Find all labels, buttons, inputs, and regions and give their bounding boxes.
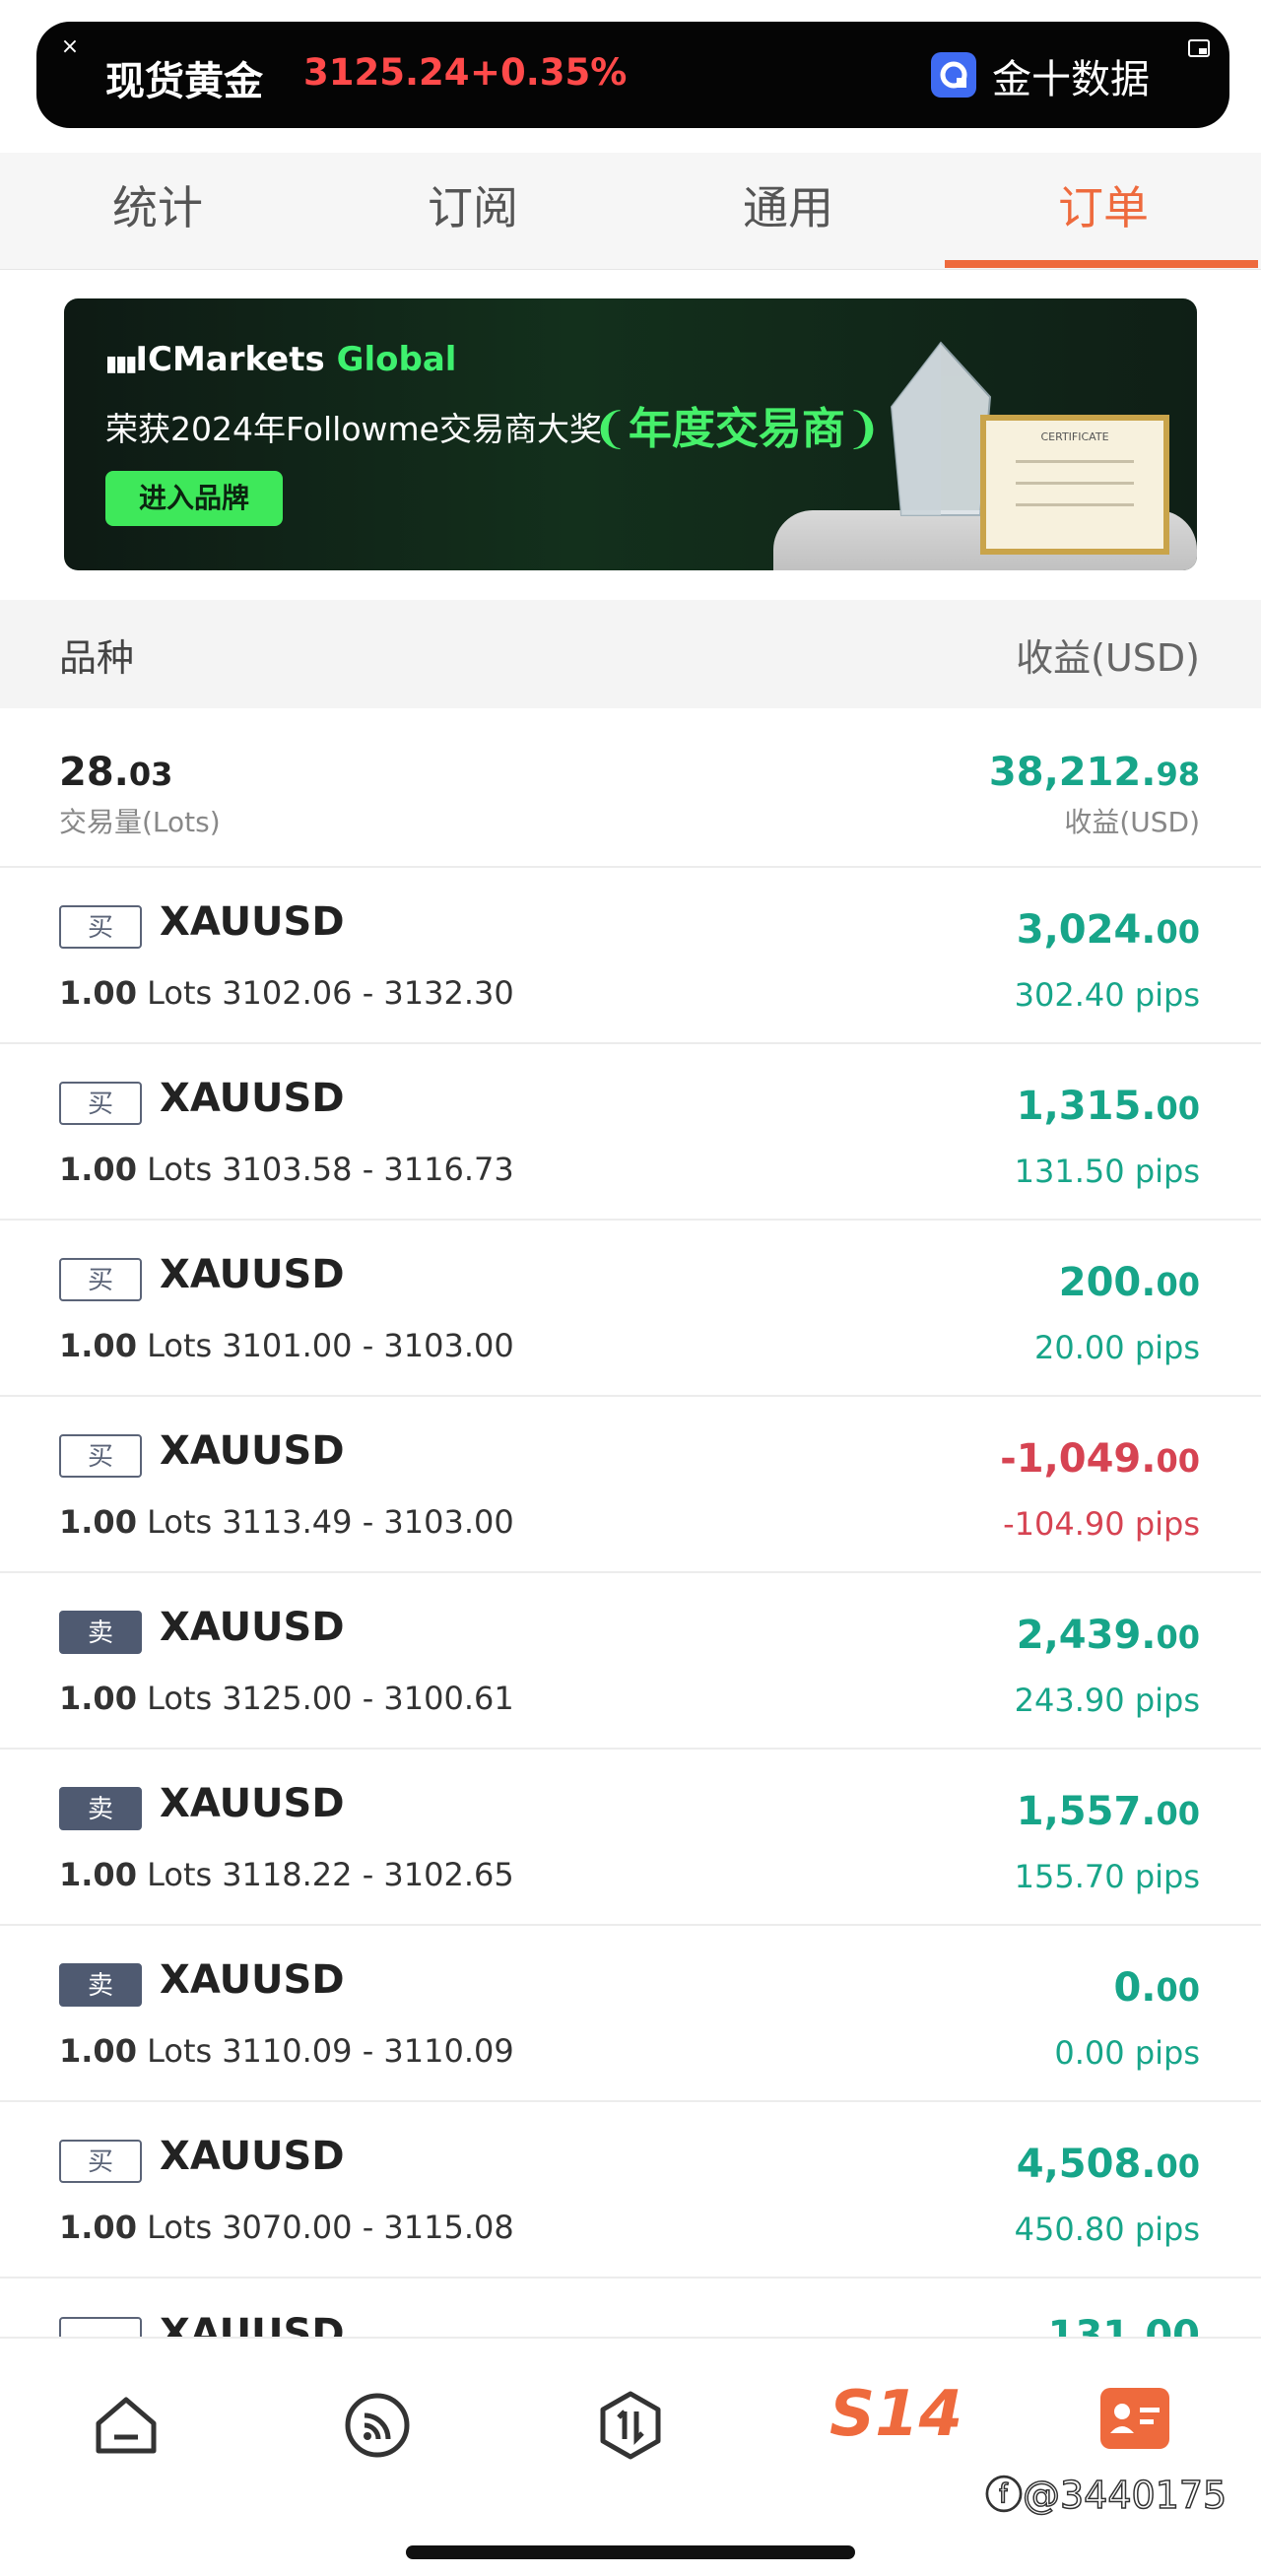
order-row[interactable]: 买 XAUUSD 1.00 Lots 3103.58 - 3116.73 1,31… xyxy=(0,1044,1261,1221)
order-pips: 243.90 pips xyxy=(1014,1682,1200,1719)
order-pips: 155.70 pips xyxy=(1014,1858,1200,1895)
s14-logo[interactable]: S14 xyxy=(830,2378,962,2451)
home-icon[interactable] xyxy=(87,2386,166,2465)
total-profit: 38,212.98 xyxy=(988,750,1200,795)
order-row[interactable]: 买 XAUUSD 1.00 Lots 3101.00 - 3103.00 200.… xyxy=(0,1221,1261,1397)
tab-subscribe[interactable]: 订阅 xyxy=(315,153,630,269)
side-badge: 买 xyxy=(59,905,142,949)
award-highlight: ❨年度交易商❩ xyxy=(592,404,882,454)
total-lots: 28.03 xyxy=(59,750,173,795)
order-profit: 0.00 xyxy=(1113,1965,1200,2011)
profit-column-label: 收益(USD) xyxy=(1016,636,1200,680)
side-badge: 卖 xyxy=(59,1963,142,2007)
order-symbol: XAUUSD xyxy=(160,1605,345,1650)
watermark-text: ⓕ@3440175 xyxy=(984,2473,1228,2518)
order-profit: 4,508.00 xyxy=(1016,2142,1200,2187)
price-ticker-bar[interactable]: × 现货黄金 3125.24 +0.35% 金十数据 xyxy=(36,22,1229,128)
summary-row: 28.03 交易量(Lots) 38,212.98 收益(USD) xyxy=(0,708,1261,868)
order-details: 1.00 Lots 3070.00 - 3115.08 xyxy=(59,2209,514,2246)
order-symbol: XAUUSD xyxy=(160,1957,345,2003)
trade-icon[interactable] xyxy=(591,2386,670,2465)
picture-in-picture-icon[interactable] xyxy=(1188,39,1210,57)
order-symbol: XAUUSD xyxy=(160,1252,345,1297)
order-pips: 450.80 pips xyxy=(1014,2211,1200,2248)
order-profit: 200.00 xyxy=(1058,1260,1200,1305)
enter-brand-button[interactable]: 进入品牌 xyxy=(105,471,283,526)
order-details: 1.00 Lots 3125.00 - 3100.61 xyxy=(59,1680,514,1717)
close-icon[interactable]: × xyxy=(58,35,82,59)
side-badge: 买 xyxy=(59,1082,142,1125)
order-symbol: XAUUSD xyxy=(160,899,345,945)
profile-card-icon[interactable] xyxy=(1100,2388,1169,2449)
feed-icon[interactable] xyxy=(338,2386,417,2465)
order-pips: 302.40 pips xyxy=(1014,976,1200,1014)
ticker-name: 现货黄金 xyxy=(105,59,263,104)
top-zone: × 现货黄金 3125.24 +0.35% 金十数据 xyxy=(0,0,1261,153)
partial-order-row[interactable]: XAUUSD 131.00 xyxy=(0,2305,1261,2337)
column-header: 品种 收益(USD) xyxy=(0,600,1261,708)
ticker-price: 3125.24 xyxy=(303,51,470,94)
order-profit: 1,557.00 xyxy=(1016,1789,1200,1834)
order-profit: -1,049.00 xyxy=(1000,1436,1200,1482)
order-symbol: XAUUSD xyxy=(160,2311,345,2337)
order-row[interactable]: 卖 XAUUSD 1.00 Lots 3118.22 - 3102.65 1,55… xyxy=(0,1750,1261,1926)
order-row[interactable]: 买 XAUUSD 1.00 Lots 3113.49 - 3103.00 -1,0… xyxy=(0,1397,1261,1573)
order-pips: -104.90 pips xyxy=(1003,1505,1200,1543)
order-profit: 1,315.00 xyxy=(1016,1084,1200,1129)
tab-statistics[interactable]: 统计 xyxy=(0,153,315,269)
side-badge: 买 xyxy=(59,1258,142,1301)
order-details: 1.00 Lots 3101.00 - 3103.00 xyxy=(59,1327,514,1364)
ticker-change: +0.35% xyxy=(470,51,628,94)
order-profit: 2,439.00 xyxy=(1016,1613,1200,1658)
promo-banner[interactable]: ▮▮▮ICMarkets Global 荣获2024年Followme交易商大奖… xyxy=(64,298,1197,570)
total-lots-label: 交易量(Lots) xyxy=(59,806,221,838)
order-row[interactable]: 卖 XAUUSD 1.00 Lots 3125.00 - 3100.61 2,43… xyxy=(0,1573,1261,1750)
order-symbol: XAUUSD xyxy=(160,2134,345,2179)
side-badge: 买 xyxy=(59,1434,142,1478)
order-details: 1.00 Lots 3103.58 - 3116.73 xyxy=(59,1151,514,1188)
order-row[interactable]: 买 XAUUSD 1.00 Lots 3102.06 - 3132.30 3,02… xyxy=(0,868,1261,1044)
tab-orders[interactable]: 订单 xyxy=(946,153,1261,269)
ticker-brand: 金十数据 xyxy=(992,57,1150,102)
award-text: 荣获2024年Followme交易商大奖 xyxy=(105,410,602,448)
order-details: 1.00 Lots 3102.06 - 3132.30 xyxy=(59,974,514,1012)
side-badge: 卖 xyxy=(59,1787,142,1830)
instrument-column-label: 品种 xyxy=(59,636,135,680)
order-row[interactable]: 卖 XAUUSD 1.00 Lots 3110.09 - 3110.09 0.00… xyxy=(0,1926,1261,2102)
home-indicator xyxy=(406,2545,855,2559)
side-badge: 买 xyxy=(59,2140,142,2183)
total-profit-label: 收益(USD) xyxy=(1064,806,1200,838)
order-profit: 3,024.00 xyxy=(1016,907,1200,953)
certificate-frame: CERTIFICATE xyxy=(980,415,1169,555)
side-badge: 卖 xyxy=(59,1611,142,1654)
active-tab-indicator xyxy=(945,260,1258,268)
tab-bar: 统计 订阅 通用 订单 xyxy=(0,153,1261,270)
order-pips: 20.00 pips xyxy=(1034,1329,1200,1366)
order-details: 1.00 Lots 3118.22 - 3102.65 xyxy=(59,1856,514,1893)
order-symbol: XAUUSD xyxy=(160,1076,345,1121)
order-pips: 131.50 pips xyxy=(1014,1153,1200,1190)
order-details: 1.00 Lots 3110.09 - 3110.09 xyxy=(59,2032,514,2070)
jin10-logo-icon xyxy=(931,52,976,98)
order-profit: 131.00 xyxy=(1047,2313,1200,2337)
order-symbol: XAUUSD xyxy=(160,1428,345,1474)
tab-general[interactable]: 通用 xyxy=(630,153,946,269)
order-pips: 0.00 pips xyxy=(1054,2034,1200,2072)
icmarkets-logo: ▮▮▮ICMarkets Global xyxy=(105,340,457,379)
order-symbol: XAUUSD xyxy=(160,1781,345,1826)
order-details: 1.00 Lots 3113.49 - 3103.00 xyxy=(59,1503,514,1541)
bottom-navigation: S14 ⓕ@3440175 xyxy=(0,2337,1261,2576)
order-row[interactable]: 买 XAUUSD 1.00 Lots 3070.00 - 3115.08 4,50… xyxy=(0,2102,1261,2279)
side-badge xyxy=(59,2317,142,2337)
